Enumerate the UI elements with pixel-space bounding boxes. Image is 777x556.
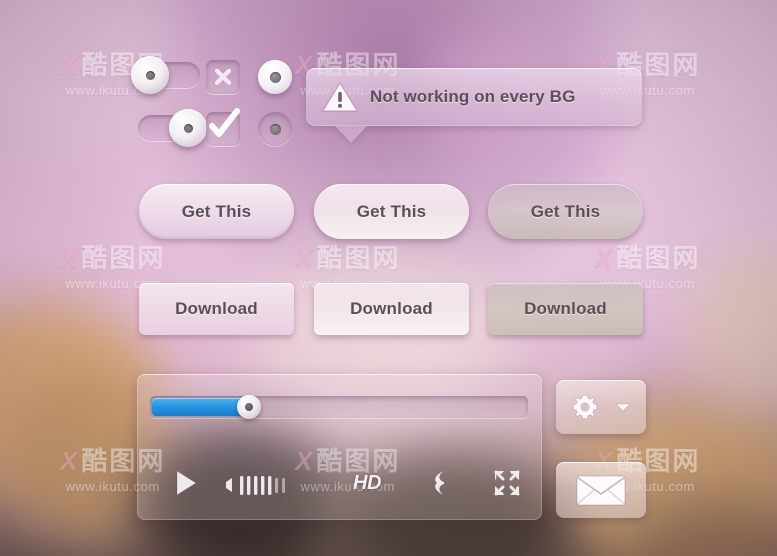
- tooltip-callout: Not working on every BG: [306, 68, 642, 143]
- share-icon: [435, 471, 444, 495]
- progress-track[interactable]: [150, 395, 528, 419]
- toggle-on[interactable]: [138, 109, 207, 147]
- get-this-button-light[interactable]: Get This: [139, 184, 294, 239]
- button-label: Download: [175, 299, 258, 318]
- checkbox-cross[interactable]: [206, 60, 240, 94]
- toggle-knob[interactable]: [131, 56, 169, 94]
- progress-handle[interactable]: [237, 395, 262, 419]
- radio-unselected[interactable]: [258, 112, 292, 146]
- chevron-down-icon: [615, 403, 631, 412]
- gear-icon: [572, 394, 598, 420]
- play-icon: [176, 470, 197, 496]
- volume-control[interactable]: [219, 468, 309, 498]
- button-label: Get This: [181, 201, 252, 221]
- button-label: Get This: [356, 201, 427, 221]
- radio-dot: [269, 71, 281, 83]
- download-button-gloss[interactable]: Download: [314, 283, 469, 335]
- tooltip-arrow: [334, 125, 368, 143]
- checkbox-check[interactable]: [206, 108, 240, 146]
- settings-button[interactable]: [556, 380, 646, 434]
- get-this-button-dark[interactable]: Get This: [488, 184, 643, 239]
- mail-button[interactable]: [556, 462, 646, 518]
- hd-badge[interactable]: HD: [344, 469, 390, 497]
- radio-selected[interactable]: [258, 60, 292, 94]
- fullscreen-icon: [494, 470, 520, 496]
- toggle-knob[interactable]: [169, 109, 207, 147]
- screenshot-canvas: X酷图网www.ikutu.comX酷图网www.ikutu.comX酷图网ww…: [0, 0, 777, 556]
- radio-dot: [269, 123, 281, 135]
- play-button[interactable]: [169, 466, 203, 500]
- progress-fill: [152, 398, 250, 416]
- envelope-icon: [576, 475, 626, 506]
- check-icon: [209, 108, 240, 137]
- tooltip-message: Not working on every BG: [370, 87, 576, 106]
- warning-triangle-icon: [321, 81, 359, 112]
- button-label: Download: [524, 299, 607, 318]
- download-button-light[interactable]: Download: [139, 283, 294, 335]
- hd-label: HD: [353, 471, 381, 494]
- fullscreen-button[interactable]: [492, 468, 522, 498]
- get-this-button-gloss[interactable]: Get This: [314, 184, 469, 239]
- download-button-dark[interactable]: Download: [488, 283, 643, 335]
- button-label: Download: [350, 299, 433, 318]
- share-button[interactable]: [422, 467, 454, 499]
- media-player-panel: HD: [137, 374, 542, 520]
- cross-icon: [214, 68, 232, 87]
- volume-icon: [226, 476, 285, 495]
- button-label: Get This: [530, 201, 601, 221]
- toggle-off[interactable]: [131, 56, 200, 94]
